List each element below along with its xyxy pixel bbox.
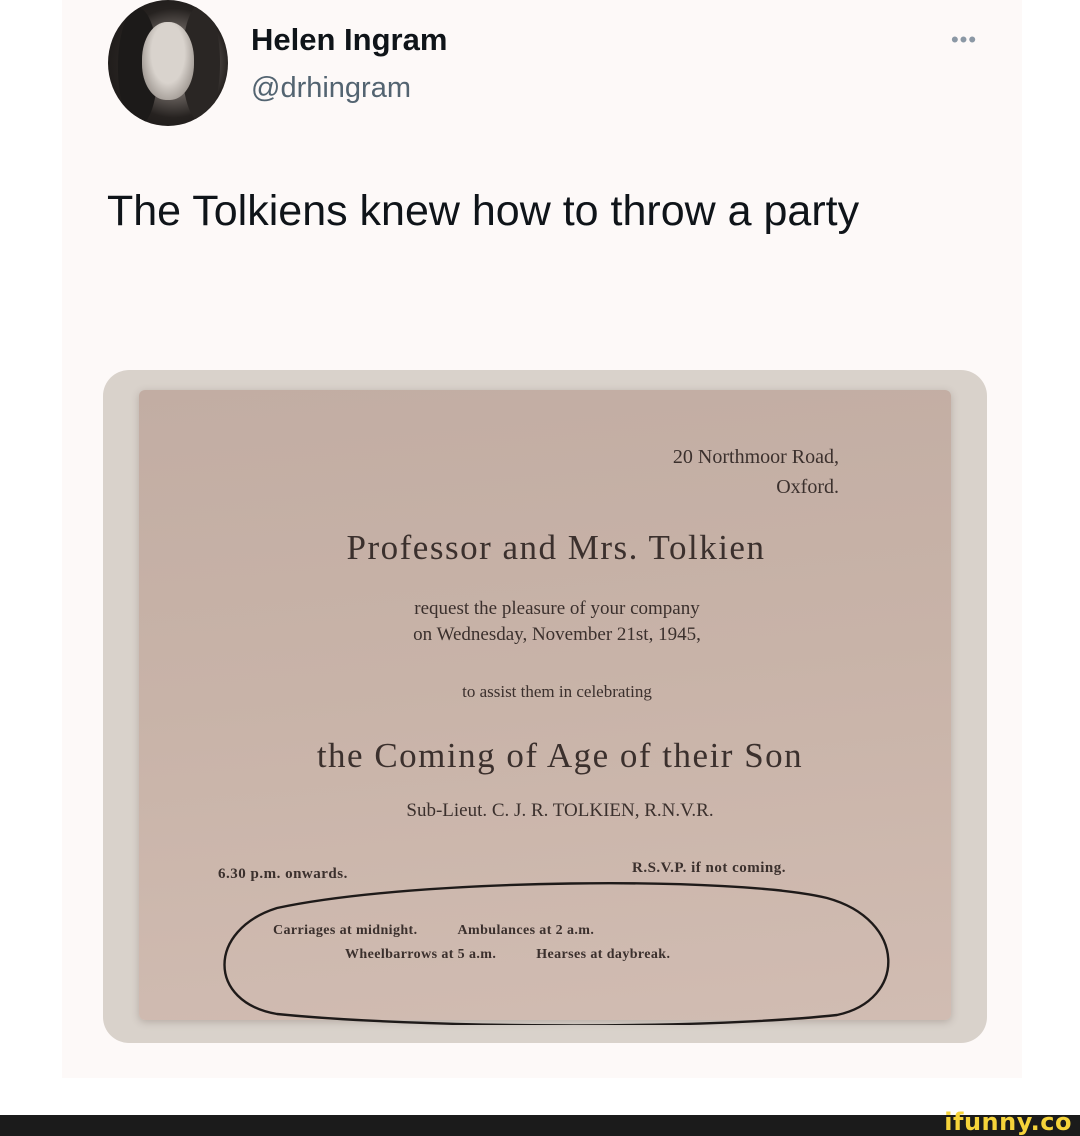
fine-print-line-2: Wheelbarrows at 5 a.m. Hearses at daybrea… bbox=[345, 947, 710, 963]
invitation-occasion: the Coming of Age of their Son bbox=[316, 736, 804, 775]
fine-print-line-1: Carriages at midnight. Ambulances at 2 a.… bbox=[273, 923, 634, 939]
fine-carriages: Carriages at midnight. bbox=[273, 923, 418, 938]
request-line-2: on Wednesday, November 21st, 1945, bbox=[413, 624, 701, 645]
author-name[interactable]: Helen Ingram bbox=[251, 22, 447, 58]
footer-bar: ifunny.co bbox=[0, 1108, 1080, 1136]
invitation-address: 20 Northmoor Road, Oxford. bbox=[673, 442, 839, 502]
invitation-card: 20 Northmoor Road, Oxford. Professor and… bbox=[139, 390, 951, 1020]
invitation-request: request the pleasure of your company on … bbox=[139, 596, 951, 648]
tweet-text: The Tolkiens knew how to throw a party bbox=[107, 187, 860, 235]
fine-wheelbarrows: Wheelbarrows at 5 a.m. bbox=[345, 947, 497, 962]
author-handle[interactable]: @drhingram bbox=[251, 72, 411, 105]
invitation-assist: to assist them in celebrating bbox=[462, 682, 652, 701]
address-line-2: Oxford. bbox=[776, 476, 839, 498]
brand-logo[interactable]: ifunny.co bbox=[944, 1108, 1072, 1136]
address-line-1: 20 Northmoor Road, bbox=[672, 446, 839, 468]
invitation-hosts: Professor and Mrs. Tolkien bbox=[346, 528, 766, 567]
tweet-photo[interactable]: 20 Northmoor Road, Oxford. Professor and… bbox=[103, 370, 987, 1043]
avatar[interactable] bbox=[108, 0, 228, 126]
invitation-time: 6.30 p.m. onwards. bbox=[218, 866, 348, 882]
avatar-face bbox=[142, 22, 194, 100]
more-icon[interactable]: ••• bbox=[944, 29, 984, 51]
invitation-rsvp: R.S.V.P. if not coming. bbox=[632, 860, 787, 876]
fine-ambulances: Ambulances at 2 a.m. bbox=[457, 923, 595, 938]
fine-hearses: Hearses at daybreak. bbox=[536, 947, 671, 962]
invitation-honoree: Sub-Lieut. C. J. R. TOLKIEN, R.N.V.R. bbox=[406, 800, 714, 821]
request-line-1: request the pleasure of your company bbox=[414, 598, 700, 619]
